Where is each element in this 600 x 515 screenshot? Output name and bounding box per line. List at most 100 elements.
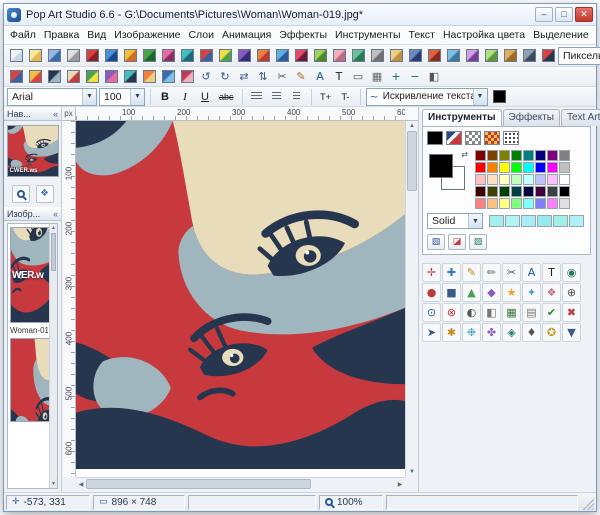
- palette-swatch[interactable]: [559, 198, 570, 209]
- toolbar-icon-button[interactable]: [121, 68, 139, 86]
- toolbar-icon-button[interactable]: [406, 47, 424, 65]
- palette-swatch[interactable]: [559, 174, 570, 185]
- menu-item-11[interactable]: Выделение: [529, 27, 593, 43]
- menu-item-4[interactable]: Изображение: [110, 27, 184, 43]
- toolbar-icon-button[interactable]: [501, 47, 519, 65]
- toolbar-icon-button[interactable]: [425, 47, 443, 65]
- tool-button[interactable]: ▤: [522, 303, 541, 322]
- toolbar-icon-button[interactable]: [539, 47, 557, 65]
- toolbar-icon-button[interactable]: [140, 68, 158, 86]
- shield-tool-button[interactable]: ❖: [35, 185, 54, 203]
- vertical-scrollbar[interactable]: ▲ ▼: [405, 121, 418, 477]
- palette-swatch[interactable]: [511, 198, 522, 209]
- toolbar-icon-button[interactable]: ✎: [292, 68, 310, 86]
- collapse-icon[interactable]: «: [53, 209, 58, 219]
- toolbar-icon-button[interactable]: +: [387, 68, 405, 86]
- maximize-button[interactable]: □: [555, 7, 573, 22]
- scrollbar-thumb[interactable]: [51, 233, 56, 271]
- scroll-down-arrow[interactable]: ▼: [50, 480, 57, 488]
- tool-button[interactable]: ✚: [442, 263, 461, 282]
- texture-button[interactable]: ◪: [448, 234, 466, 250]
- tab-2[interactable]: Эффекты: [502, 109, 560, 126]
- text-warp-combo[interactable]: ~ Искривление текста ▼: [365, 87, 488, 106]
- menu-item-9[interactable]: Текст: [405, 27, 439, 43]
- font-family-combo[interactable]: Arial ▼: [7, 87, 97, 106]
- tool-button[interactable]: ▼: [562, 323, 581, 342]
- toolbar-icon-button[interactable]: [83, 68, 101, 86]
- toolbar-icon-button[interactable]: ✂: [273, 68, 291, 86]
- scroll-right-arrow[interactable]: ▶: [395, 478, 405, 490]
- tool-button[interactable]: ◧: [482, 303, 501, 322]
- tool-button[interactable]: ✖: [562, 303, 581, 322]
- image-list-scrollbar[interactable]: ▲ ▼: [49, 224, 57, 488]
- toolbar-icon-button[interactable]: [45, 68, 63, 86]
- fill-style-solid-button[interactable]: [427, 131, 443, 145]
- tool-button[interactable]: ▦: [502, 303, 521, 322]
- scroll-up-arrow[interactable]: ▲: [50, 224, 57, 232]
- tool-button[interactable]: ✪: [542, 323, 561, 342]
- tool-button[interactable]: ✦: [522, 283, 541, 302]
- image-thumbnail[interactable]: WER.w: [10, 227, 54, 323]
- toolbar-icon-button[interactable]: [292, 47, 310, 65]
- tool-button[interactable]: ♦: [522, 323, 541, 342]
- toolbar-icon-button[interactable]: [159, 47, 177, 65]
- palette-swatch[interactable]: [475, 162, 486, 173]
- tool-button[interactable]: ✏: [482, 263, 501, 282]
- palette-swatch[interactable]: [487, 186, 498, 197]
- scrollbar-thumb[interactable]: [407, 131, 417, 191]
- toolbar-icon-button[interactable]: ↺: [197, 68, 215, 86]
- palette-swatch[interactable]: [511, 174, 522, 185]
- menu-item-1[interactable]: Файл: [6, 27, 40, 43]
- palette-swatch[interactable]: [523, 174, 534, 185]
- toolbar-icon-button[interactable]: [482, 47, 500, 65]
- toolbar-icon-button[interactable]: [330, 47, 348, 65]
- palette-swatch[interactable]: [559, 186, 570, 197]
- collapse-icon[interactable]: «: [53, 109, 58, 119]
- tool-button[interactable]: ◐: [462, 303, 481, 322]
- toolbar-icon-button[interactable]: [444, 47, 462, 65]
- text-color-button[interactable]: [490, 88, 509, 106]
- toolbar-icon-button[interactable]: [64, 47, 82, 65]
- horizontal-scrollbar[interactable]: ◀ ▶: [76, 477, 405, 490]
- titlebar[interactable]: Pop Art Studio 6.6 - G:\Documents\Pictur…: [4, 4, 596, 26]
- toolbar-icon-button[interactable]: [368, 47, 386, 65]
- toolbar-icon-button[interactable]: −: [406, 68, 424, 86]
- fill-style-halftone-button[interactable]: [503, 131, 519, 145]
- menu-item-2[interactable]: Правка: [40, 27, 83, 43]
- palette-swatch[interactable]: [523, 186, 534, 197]
- tab-3[interactable]: Text Art: [561, 109, 600, 126]
- toolbar-icon-button[interactable]: ▭: [349, 68, 367, 86]
- font-size-combo[interactable]: 100 ▼: [99, 87, 145, 106]
- resize-grip[interactable]: [581, 497, 594, 510]
- palette-swatch[interactable]: [499, 198, 510, 209]
- canvas-viewport[interactable]: [76, 121, 405, 477]
- toolbar-icon-button[interactable]: ⇅: [254, 68, 272, 86]
- palette-swatch[interactable]: [475, 174, 486, 185]
- navigation-header[interactable]: Нав... «: [4, 107, 61, 121]
- hatch-button[interactable]: ▨: [469, 234, 487, 250]
- tool-button[interactable]: ◉: [562, 263, 581, 282]
- toolbar-icon-button[interactable]: [159, 68, 177, 86]
- tool-button[interactable]: ■: [442, 283, 461, 302]
- toolbar-icon-button[interactable]: ◧: [425, 68, 443, 86]
- underline-button[interactable]: U: [196, 88, 214, 106]
- menu-item-5[interactable]: Слои: [184, 27, 218, 43]
- toolbar-icon-button[interactable]: [26, 68, 44, 86]
- toolbar-icon-button[interactable]: [273, 47, 291, 65]
- tool-button[interactable]: ✔: [542, 303, 561, 322]
- tab-1[interactable]: Инструменты: [422, 109, 502, 126]
- tool-button[interactable]: ⊕: [562, 283, 581, 302]
- toolbar-icon-button[interactable]: [83, 47, 101, 65]
- menu-item-6[interactable]: Анимация: [218, 27, 275, 43]
- swap-colors-icon[interactable]: ⇄: [461, 150, 468, 159]
- scroll-up-arrow[interactable]: ▲: [406, 121, 418, 131]
- pattern-button[interactable]: ▧: [427, 234, 445, 250]
- tool-button[interactable]: ✎: [462, 263, 481, 282]
- palette-swatch[interactable]: [535, 198, 546, 209]
- fill-style-pattern2-button[interactable]: [484, 131, 500, 145]
- toolbar-icon-button[interactable]: ▦: [368, 68, 386, 86]
- canvas-image[interactable]: [76, 121, 405, 469]
- toolbar-icon-button[interactable]: [26, 47, 44, 65]
- menu-item-10[interactable]: Настройка цвета: [439, 27, 529, 43]
- zoom-tool-button[interactable]: [11, 185, 30, 203]
